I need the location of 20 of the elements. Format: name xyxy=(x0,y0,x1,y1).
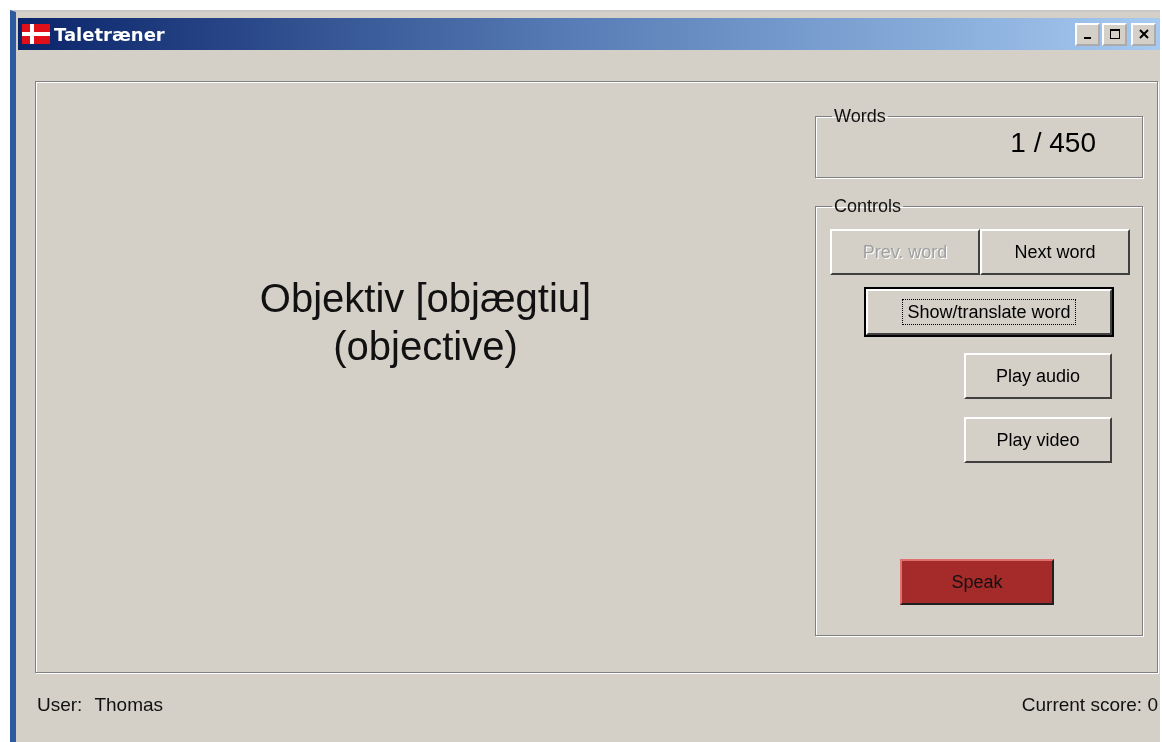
score-text: Current score: 0 xyxy=(1021,694,1158,716)
close-button[interactable] xyxy=(1131,22,1156,46)
action-button[interactable]: Play audio xyxy=(964,353,1112,399)
group-title: Words xyxy=(833,106,887,127)
word-counter: 1 / 450 xyxy=(1009,127,1097,159)
action-button[interactable]: Show/translate word xyxy=(866,289,1112,335)
action-button[interactable]: Play video xyxy=(964,417,1112,463)
window-title: Taletræner xyxy=(54,23,165,45)
flag-icon xyxy=(22,24,50,44)
maximize-icon xyxy=(1108,28,1121,40)
maximize-button[interactable] xyxy=(1102,22,1127,46)
minimize-button[interactable] xyxy=(1075,22,1100,46)
word-text: (objective) xyxy=(333,323,518,370)
group-title: Controls xyxy=(833,196,903,217)
word-text: Objektiv [objægtiu] xyxy=(259,275,592,322)
word-nav-button[interactable]: Next word xyxy=(980,229,1130,275)
close-icon xyxy=(1137,28,1150,40)
user-label: User: xyxy=(37,694,83,716)
minimize-icon xyxy=(1084,37,1091,39)
user-name: Thomas xyxy=(94,694,164,716)
